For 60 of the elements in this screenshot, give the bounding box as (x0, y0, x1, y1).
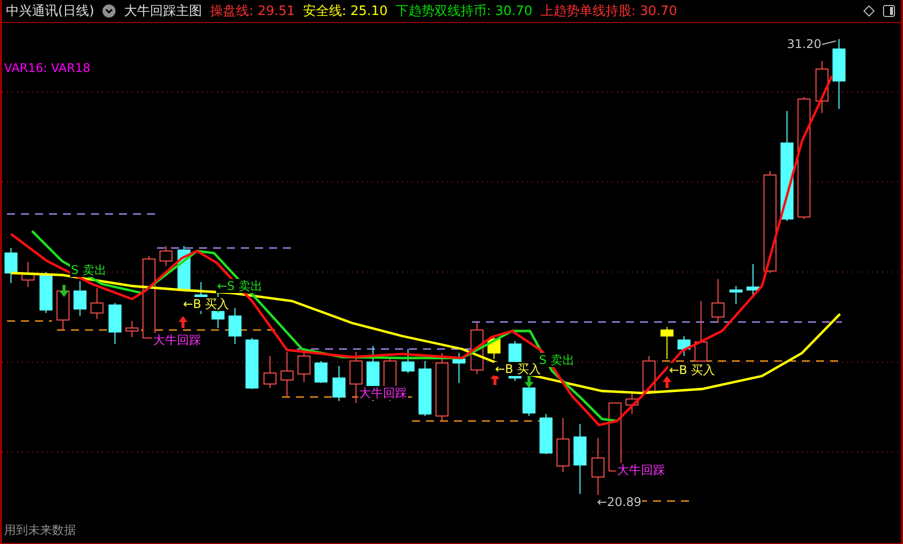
candle (712, 278, 724, 324)
candle (678, 336, 690, 356)
signal-label: ←20.89 (596, 495, 642, 509)
indicator-reading: 下趋势双线持币: 30.70 (396, 3, 532, 20)
signal-label: ←B 买入 (668, 363, 716, 377)
signal-label: 大牛回踩 (358, 386, 408, 400)
signal-label: 大牛回踩 (152, 333, 202, 347)
candle (332, 366, 346, 402)
candle (228, 308, 242, 344)
security-name: 中兴通讯(日线) (6, 3, 94, 20)
indicator-name: 大牛回踩主图 (124, 3, 202, 20)
candle (452, 352, 466, 384)
candle (642, 356, 656, 394)
candle (694, 300, 708, 362)
down-arrow-icon (524, 376, 534, 388)
signal-label: ←S 卖出 (216, 279, 264, 293)
candle (40, 272, 52, 314)
candle (22, 262, 34, 288)
candle (264, 356, 276, 388)
indicator-reading: 上趋势单线持股: 30.70 (540, 3, 678, 20)
candle (90, 288, 104, 320)
leader-line (820, 40, 836, 46)
chart-legend: VAR16: VAR18 (4, 61, 90, 75)
candle (626, 390, 638, 414)
footer-note: 用到未来数据 (4, 522, 76, 538)
candle (488, 336, 500, 360)
signal-label: S 卖出 (70, 263, 108, 277)
candle (298, 352, 310, 382)
candle (126, 320, 138, 338)
panel-icon[interactable] (883, 5, 895, 17)
up-arrow-icon (178, 316, 188, 328)
candle (540, 414, 552, 454)
candle (280, 352, 294, 396)
level-line (7, 320, 52, 322)
candle (108, 302, 122, 344)
candle (160, 246, 172, 266)
dropdown-icon[interactable] (102, 4, 116, 18)
indicator-reading: 安全线: 25.10 (302, 3, 388, 20)
candle (574, 424, 586, 494)
candle (730, 286, 742, 304)
candle (436, 352, 448, 422)
candle (556, 418, 570, 472)
candle (832, 38, 846, 110)
candle (746, 264, 760, 296)
indicator-reading: 操盘线: 29.51 (210, 3, 295, 20)
candle (314, 360, 328, 384)
signal-label: ←B 买入 (182, 297, 230, 311)
diamond-icon[interactable] (863, 5, 875, 17)
signal-label: S 卖出 (538, 353, 576, 367)
candle (74, 280, 86, 316)
down-arrow-icon (60, 285, 68, 297)
up-arrow-icon (662, 376, 672, 388)
candle (4, 248, 18, 284)
signal-label: 大牛回踩 (616, 463, 666, 477)
candle (660, 326, 674, 360)
candle (246, 338, 258, 390)
candle (418, 360, 432, 416)
candle (402, 348, 414, 374)
candle (816, 60, 828, 114)
signal-label: 31.20 (786, 37, 822, 51)
